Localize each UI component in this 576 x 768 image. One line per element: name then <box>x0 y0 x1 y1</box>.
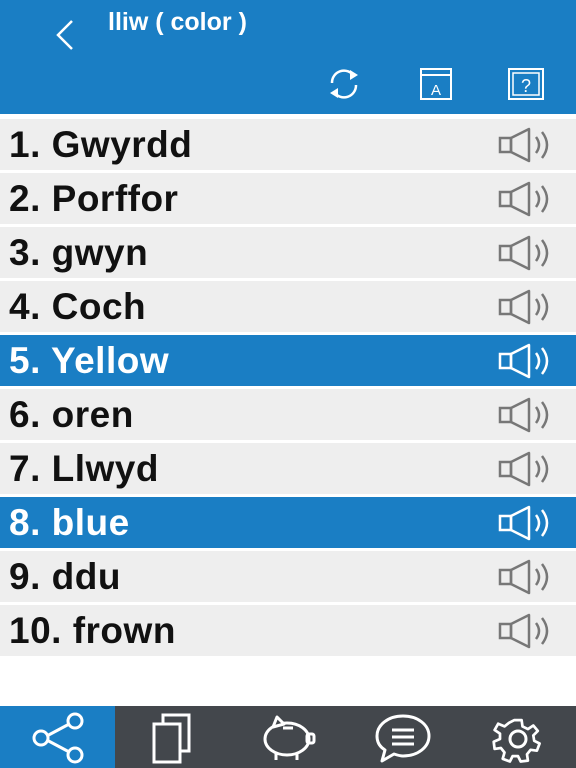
word-row-10[interactable]: 10. frown <box>0 605 576 656</box>
word-row-1[interactable]: 1. Gwyrdd <box>0 119 576 170</box>
word-label: 6. oren <box>9 394 134 435</box>
word-label: 8. blue <box>9 502 130 543</box>
speaker-icon[interactable] <box>497 180 569 218</box>
speaker-icon[interactable] <box>497 612 569 650</box>
settings-icon <box>492 718 541 763</box>
speaker-icon[interactable] <box>497 558 569 596</box>
word-list: 1. Gwyrdd 2. Porffor 3. gwyn 4. Coch 5. … <box>0 119 576 659</box>
word-label: 2. Porffor <box>9 178 179 219</box>
word-label: 7. Llwyd <box>9 448 159 489</box>
piggy-bank-icon <box>263 715 316 760</box>
tab-chat[interactable] <box>345 706 460 768</box>
word-row-6[interactable]: 6. oren <box>0 389 576 440</box>
word-row-8[interactable]: 8. blue <box>0 497 576 548</box>
speaker-icon[interactable] <box>497 342 569 380</box>
back-icon[interactable] <box>50 18 80 52</box>
word-row-3[interactable]: 3. gwyn <box>0 227 576 278</box>
svg-text:?: ? <box>521 76 531 96</box>
tab-piggy-bank[interactable] <box>230 706 345 768</box>
word-label: 10. frown <box>9 610 176 651</box>
speaker-icon[interactable] <box>497 504 569 542</box>
tab-settings[interactable] <box>460 706 575 768</box>
tab-bar <box>0 706 576 768</box>
word-label: 4. Coch <box>9 286 147 327</box>
tab-cards[interactable] <box>115 706 230 768</box>
speaker-icon[interactable] <box>497 126 569 164</box>
word-label: 9. ddu <box>9 556 121 597</box>
speaker-icon[interactable] <box>497 450 569 488</box>
word-label: 3. gwyn <box>9 232 149 273</box>
cards-icon <box>152 713 191 764</box>
word-label: 1. Gwyrdd <box>9 124 193 165</box>
svg-text:A: A <box>431 82 441 99</box>
header-bar: lliw ( color ) A ? <box>0 0 576 114</box>
word-row-9[interactable]: 9. ddu <box>0 551 576 602</box>
word-label: 5. Yellow <box>9 340 170 381</box>
word-row-5[interactable]: 5. Yellow <box>0 335 576 386</box>
share-icon <box>32 712 84 764</box>
speaker-icon[interactable] <box>497 396 569 434</box>
help-icon[interactable]: ? <box>506 66 546 102</box>
tab-share[interactable] <box>0 706 115 768</box>
refresh-icon[interactable] <box>324 66 364 102</box>
word-row-4[interactable]: 4. Coch <box>0 281 576 332</box>
chat-icon <box>375 714 431 763</box>
dictionary-icon[interactable]: A <box>416 66 456 102</box>
speaker-icon[interactable] <box>497 288 569 326</box>
word-row-2[interactable]: 2. Porffor <box>0 173 576 224</box>
word-row-7[interactable]: 7. Llwyd <box>0 443 576 494</box>
speaker-icon[interactable] <box>497 234 569 272</box>
page-title: lliw ( color ) <box>108 8 247 36</box>
